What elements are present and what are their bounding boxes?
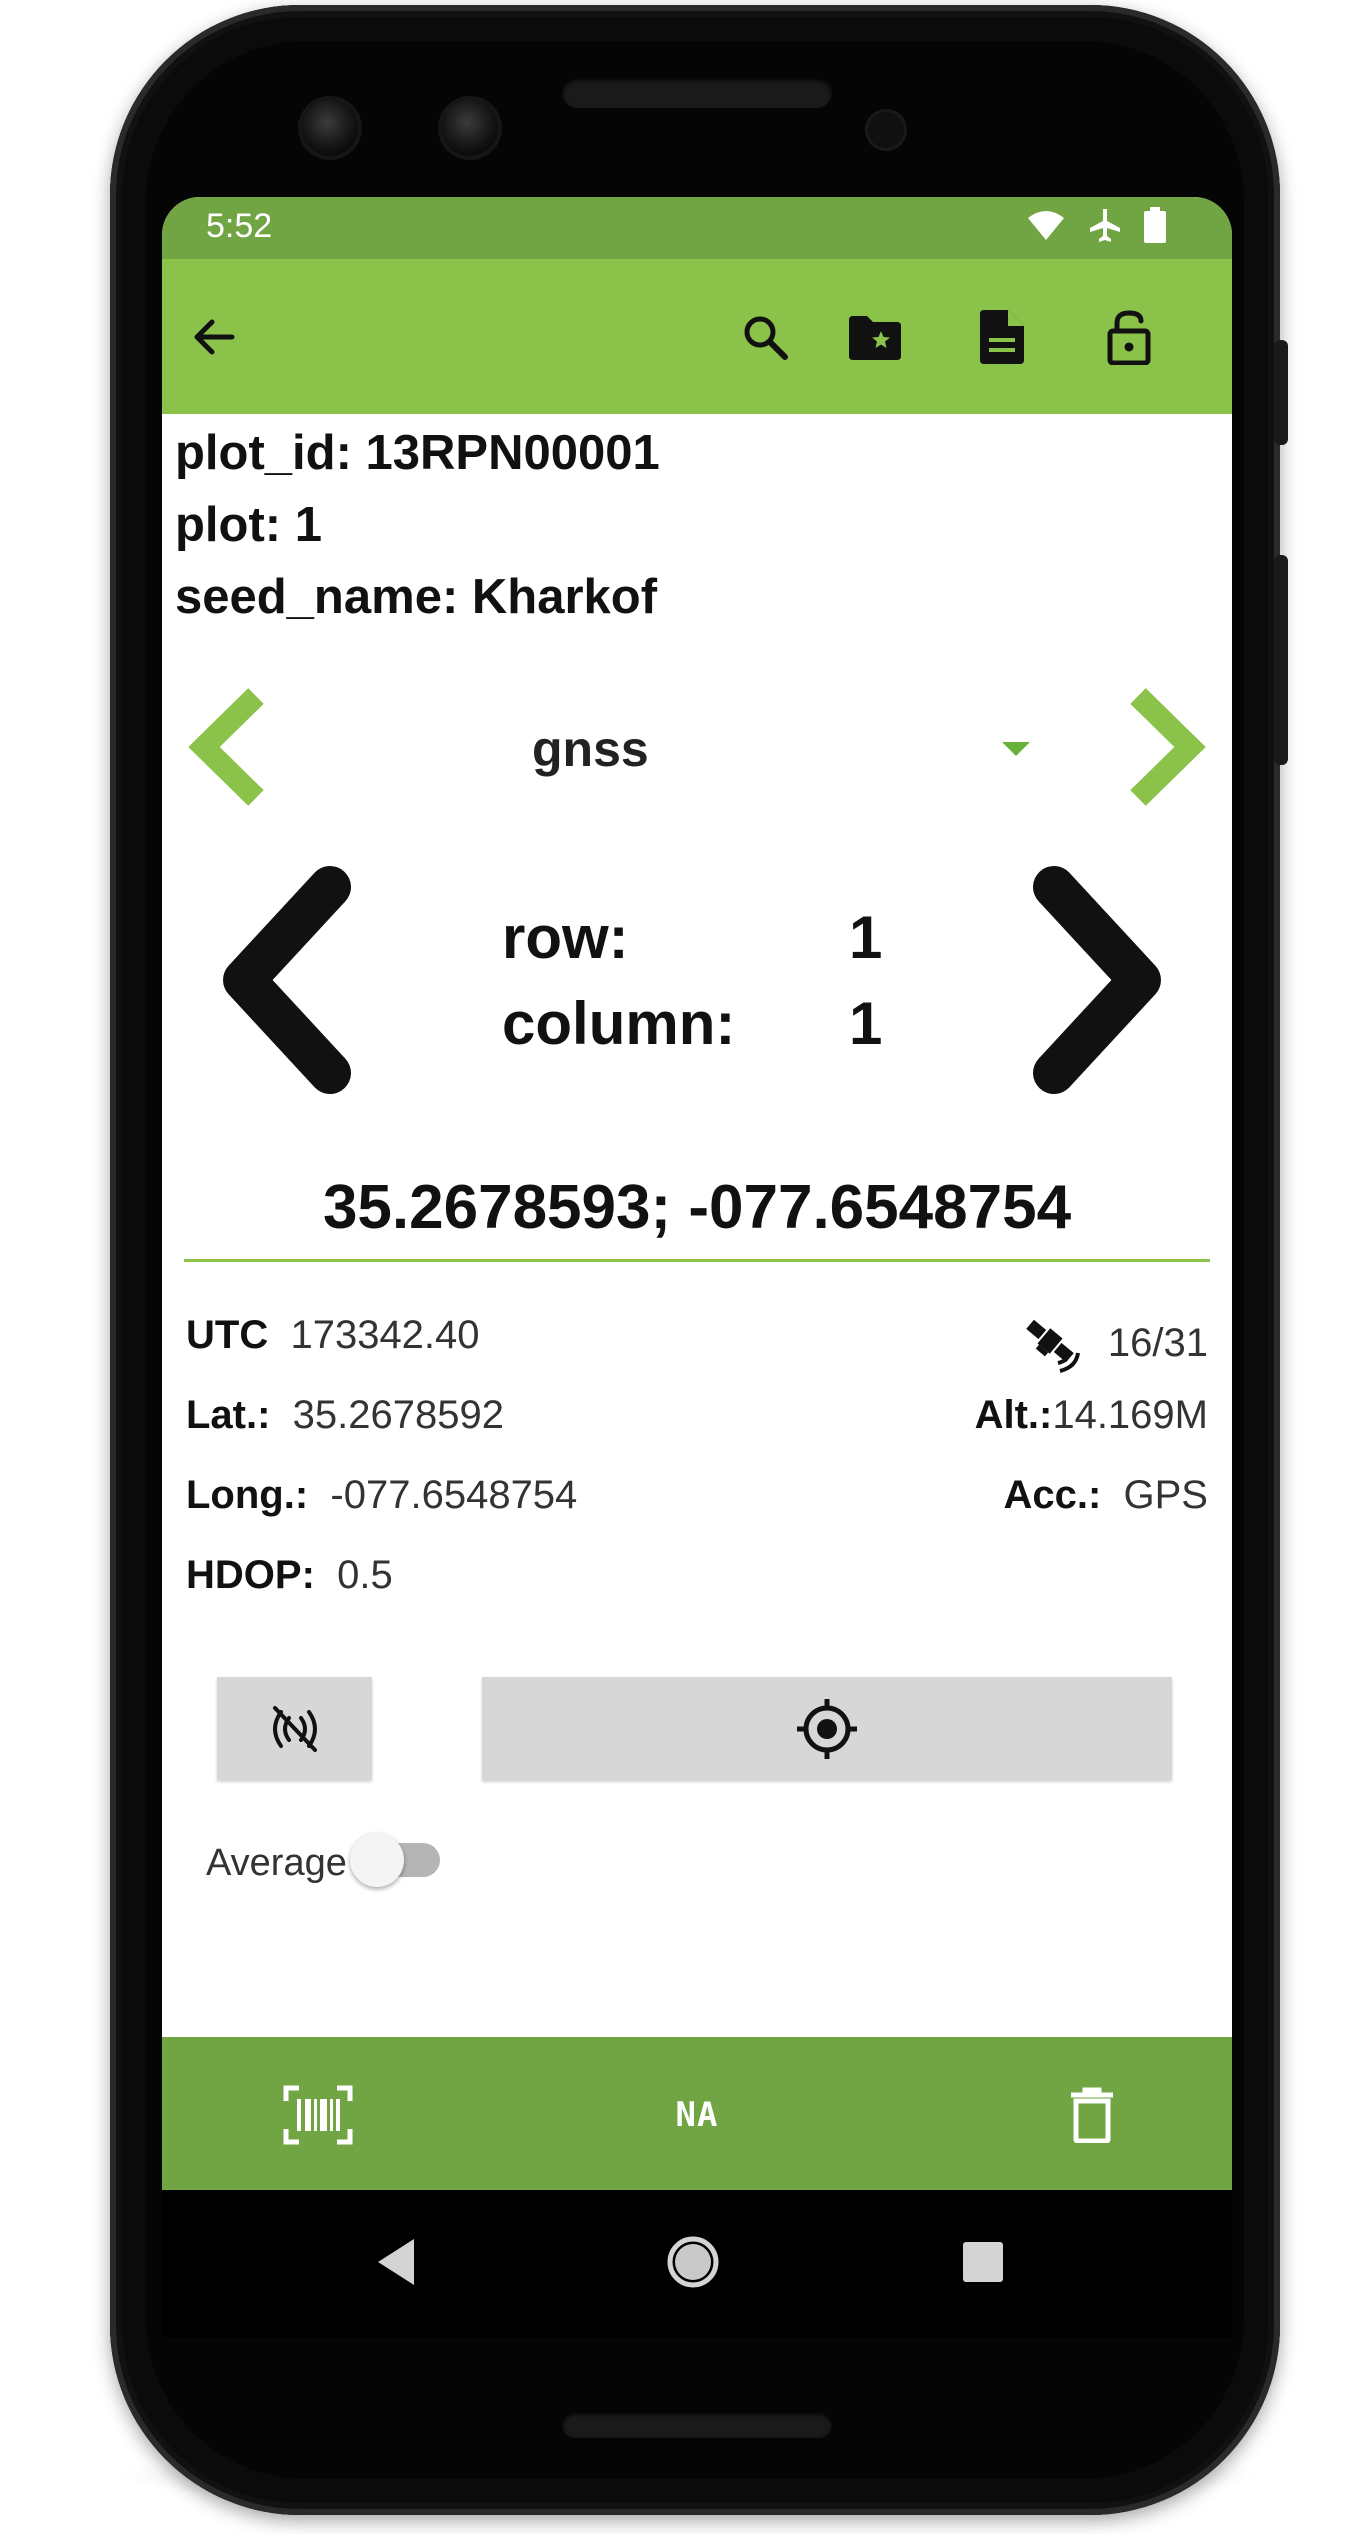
nav-recents-button[interactable]: [962, 2241, 1004, 2283]
bottom-action-bar: NA: [162, 2037, 1232, 2190]
longitude-field: Long.: -077.6548754: [186, 1473, 577, 1518]
earpiece-speaker: [562, 78, 832, 108]
previous-trait-button[interactable]: [186, 684, 276, 810]
favorites-folder-button[interactable]: [842, 304, 908, 370]
next-plot-button[interactable]: [1022, 865, 1172, 1095]
satellite-icon: [1026, 1319, 1080, 1373]
proximity-sensor: [868, 112, 904, 148]
disconnect-gnss-button[interactable]: [217, 1677, 372, 1780]
accuracy-label: Acc.:: [1003, 1473, 1102, 1517]
gnss-value-underline: [184, 1259, 1210, 1262]
accuracy-field: Acc.: GPS: [1003, 1473, 1208, 1518]
lock-button[interactable]: [1096, 304, 1162, 370]
row-label: row:: [502, 904, 629, 971]
hdop-label: HDOP:: [186, 1553, 315, 1597]
back-arrow-icon: [194, 319, 235, 355]
altitude-label: Alt.:: [974, 1393, 1053, 1437]
status-bar: 5:52: [162, 197, 1232, 259]
bottom-speaker: [562, 2412, 832, 2438]
plot-id-line: plot_id: 13RPN00001: [175, 426, 660, 480]
seed-name-line: seed_name: Kharkof: [175, 570, 658, 624]
satellites-value: 16/31: [1107, 1320, 1208, 1365]
system-navigation-bar: [162, 2190, 1232, 2337]
folder-star-icon: [849, 316, 901, 360]
previous-plot-button[interactable]: [212, 865, 362, 1095]
altitude-value: 14.169M: [1052, 1393, 1208, 1437]
longitude-value: -077.6548754: [330, 1473, 578, 1517]
search-button[interactable]: [732, 304, 798, 370]
document-icon: [980, 310, 1024, 364]
average-toggle-thumb[interactable]: [350, 1833, 404, 1887]
back-button[interactable]: [180, 304, 246, 370]
longitude-label: Long.:: [186, 1473, 309, 1517]
status-icons: [1026, 207, 1166, 243]
unlock-icon: [1107, 310, 1151, 365]
altitude-field: Alt.:14.169M: [975, 1393, 1208, 1438]
airplane-icon: [1090, 209, 1120, 242]
front-camera-left: [302, 100, 358, 156]
hdop-field: HDOP: 0.5: [186, 1553, 393, 1598]
accuracy-value: GPS: [1123, 1473, 1208, 1517]
na-button[interactable]: NA: [659, 2077, 735, 2153]
satellites-field: 16/31: [1022, 1313, 1208, 1373]
app-toolbar: [162, 259, 1232, 414]
trait-dropdown[interactable]: gnss: [322, 682, 1082, 792]
volume-button: [1274, 555, 1288, 765]
summary-button[interactable]: [969, 304, 1035, 370]
latitude-label: Lat.:: [186, 1393, 271, 1437]
barcode-scan-button[interactable]: [280, 2077, 356, 2153]
column-label: column:: [502, 990, 736, 1057]
average-label: Average: [206, 1842, 347, 1884]
search-icon: [744, 316, 788, 360]
delete-button[interactable]: [1054, 2077, 1130, 2153]
power-button: [1274, 340, 1288, 445]
gnss-value: 35.2678593; -077.6548754: [322, 1173, 1072, 1242]
collect-location-button[interactable]: [482, 1677, 1172, 1780]
next-trait-button[interactable]: [1118, 684, 1208, 810]
hdop-value: 0.5: [337, 1553, 393, 1597]
trait-dropdown-value: gnss: [532, 721, 649, 777]
status-time: 5:52: [206, 207, 273, 245]
battery-icon: [1144, 207, 1166, 243]
na-label: NA: [675, 2095, 719, 2135]
front-camera-right: [442, 100, 498, 156]
chevron-down-icon: [1002, 742, 1030, 756]
plot-line: plot: 1: [175, 498, 322, 552]
nav-back-button[interactable]: [374, 2237, 418, 2287]
column-value: 1: [849, 990, 883, 1057]
trash-icon: [1071, 2087, 1113, 2143]
row-value: 1: [849, 904, 883, 971]
barcode-scan-icon: [283, 2085, 353, 2145]
nav-home-button[interactable]: [666, 2235, 720, 2289]
crosshair-icon: [797, 1698, 857, 1759]
latitude-field: Lat.: 35.2678592: [186, 1393, 504, 1438]
trait-selector-row: gnss: [162, 672, 1232, 822]
signal-off-icon: [272, 1705, 317, 1752]
utc-field: UTC 173342.40: [186, 1313, 480, 1358]
wifi-icon: [1028, 211, 1064, 240]
latitude-value: 35.2678592: [292, 1393, 504, 1437]
utc-value: 173342.40: [290, 1313, 480, 1357]
screen: 5:52 plot_id: 13RPN00001 plot: 1 seed_na…: [162, 197, 1232, 2337]
utc-label: UTC: [186, 1313, 269, 1357]
